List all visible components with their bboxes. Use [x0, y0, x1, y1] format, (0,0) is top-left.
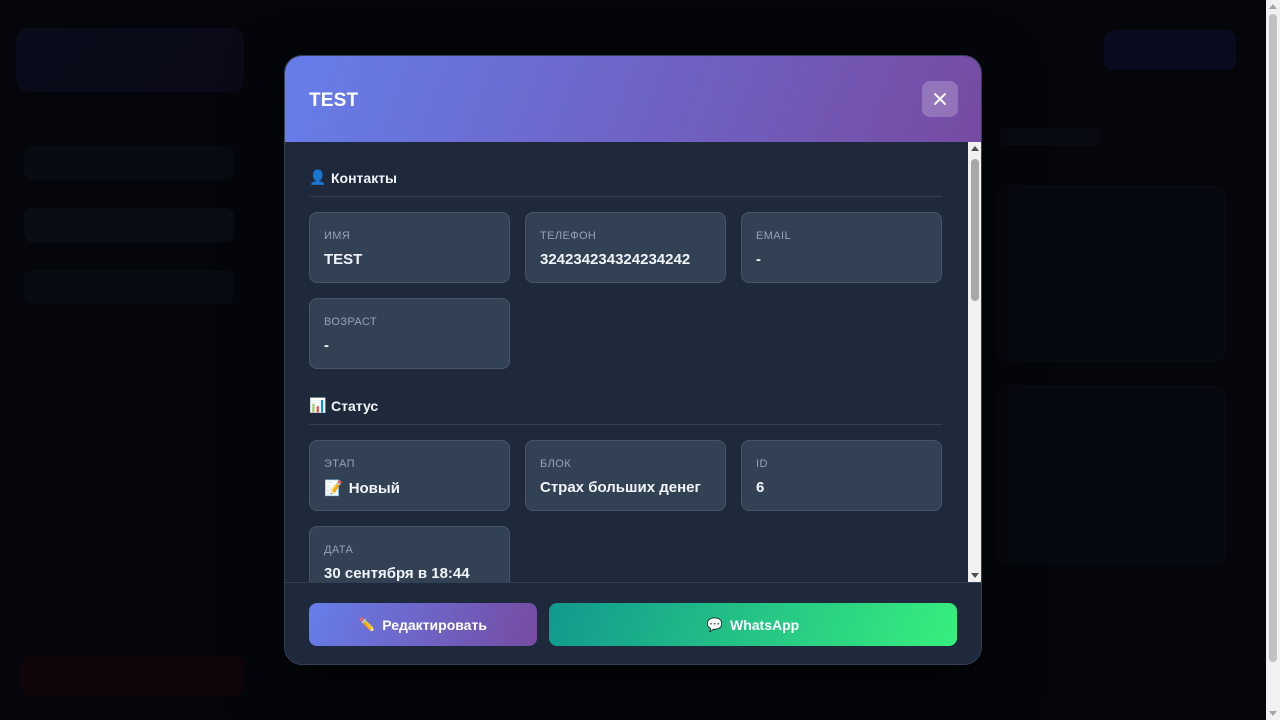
- scroll-up-arrow-icon[interactable]: [1269, 4, 1277, 9]
- field-label: Возраст: [324, 316, 377, 328]
- memo-icon: 📝: [324, 480, 343, 497]
- speech-bubble-icon: 💬: [706, 616, 723, 632]
- whatsapp-button[interactable]: 💬 WhatsApp: [549, 603, 957, 646]
- bar-chart-icon: 📊: [309, 397, 327, 413]
- section-divider: [309, 424, 942, 425]
- field-value: 30 сентября в 18:44: [324, 565, 470, 582]
- page-scrollbar[interactable]: [1266, 0, 1280, 720]
- field-value: Страх больших денег: [540, 479, 701, 496]
- scroll-down-arrow-icon[interactable]: [971, 573, 979, 578]
- field-value: 📝 Новый: [324, 479, 400, 497]
- whatsapp-button-label: WhatsApp: [729, 616, 800, 633]
- field-email: Email -: [741, 212, 942, 283]
- section-title-contacts: 👤 Контакты: [309, 169, 397, 186]
- field-id: ID 6: [741, 440, 942, 511]
- field-value: TEST: [324, 251, 363, 268]
- edit-button-label: Редактировать: [382, 616, 487, 633]
- field-date: Дата 30 сентября в 18:44: [309, 526, 510, 582]
- field-label: Этап: [324, 458, 355, 470]
- edit-button[interactable]: ✏️ Редактировать: [309, 603, 537, 646]
- field-label: Дата: [324, 544, 354, 556]
- field-value: -: [756, 251, 761, 268]
- modal-scrollbar[interactable]: [968, 142, 981, 582]
- field-label: Email: [756, 230, 792, 242]
- field-stage: Этап 📝 Новый: [309, 440, 510, 511]
- field-value: -: [324, 337, 329, 354]
- field-age: Возраст -: [309, 298, 510, 369]
- section-divider: [309, 196, 942, 197]
- stage-value: Новый: [348, 480, 400, 497]
- field-name: Имя TEST: [309, 212, 510, 283]
- field-value: 324234234324234242: [540, 251, 691, 268]
- field-block: Блок Страх больших денег: [525, 440, 726, 511]
- field-label: Телефон: [540, 230, 597, 242]
- modal-body[interactable]: 👤 Контакты Имя TEST Телефон 324234234324…: [285, 142, 968, 582]
- section-title-status: 📊 Статус: [309, 397, 378, 414]
- modal-title: TEST: [309, 90, 359, 111]
- modal-header: TEST: [285, 56, 981, 142]
- modal-scrollbar-thumb[interactable]: [971, 159, 979, 301]
- close-button[interactable]: [922, 81, 958, 117]
- section-title-label: Статус: [331, 397, 379, 414]
- field-phone: Телефон 324234234324234242: [525, 212, 726, 283]
- scroll-up-arrow-icon[interactable]: [971, 146, 979, 151]
- field-label: ID: [756, 458, 768, 470]
- scroll-down-arrow-icon[interactable]: [1269, 711, 1277, 716]
- field-value: 6: [756, 479, 765, 496]
- lead-details-modal: TEST 👤 Контакты Имя TEST Телефон 3242342…: [284, 55, 982, 665]
- modal-footer: ✏️ Редактировать 💬 WhatsApp: [285, 582, 981, 664]
- field-label: Имя: [324, 230, 351, 242]
- user-icon: 👤: [309, 169, 327, 185]
- pencil-icon: ✏️: [359, 616, 376, 632]
- field-label: Блок: [540, 458, 572, 470]
- page-scrollbar-thumb[interactable]: [1269, 14, 1277, 662]
- section-title-label: Контакты: [331, 169, 398, 186]
